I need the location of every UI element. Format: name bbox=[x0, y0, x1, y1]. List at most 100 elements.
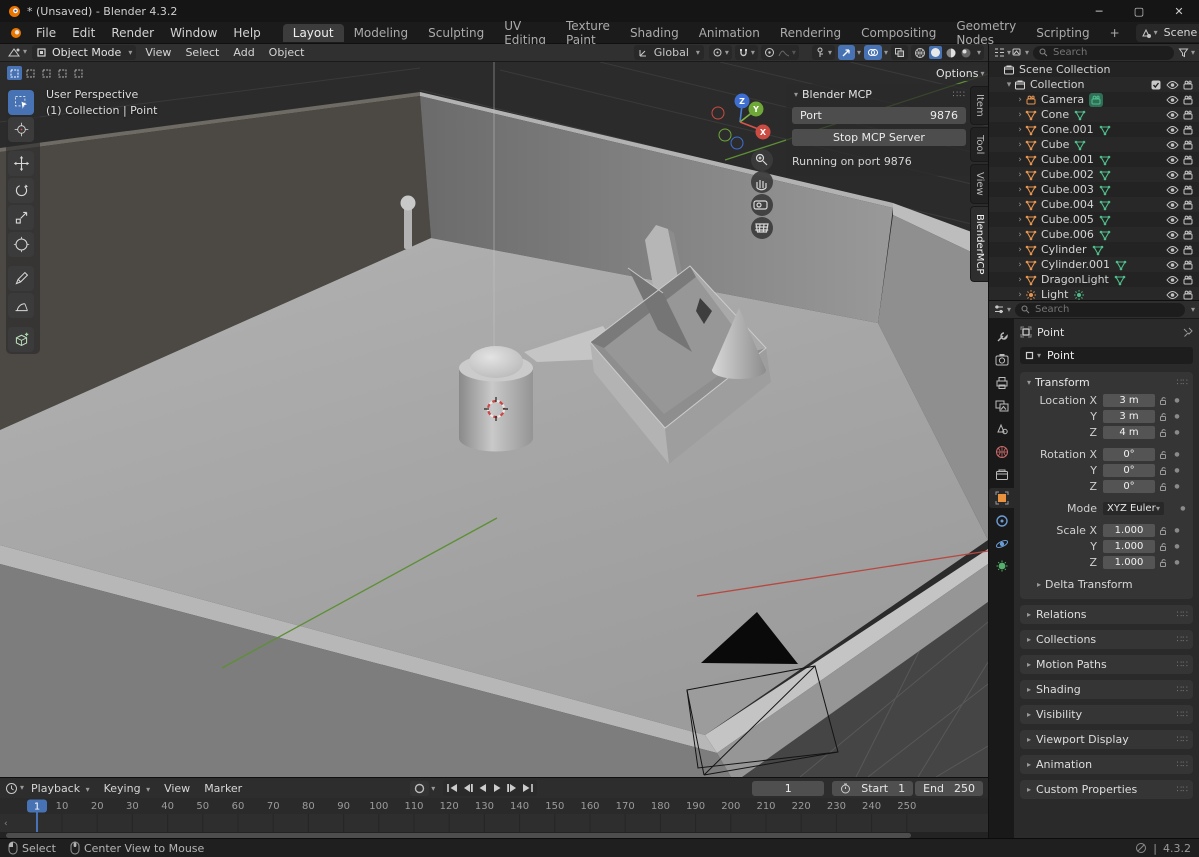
outliner-row-cone[interactable]: › Cone bbox=[989, 107, 1199, 122]
outliner-row-cube-002[interactable]: › Cube.002 bbox=[989, 167, 1199, 182]
outliner-row-camera[interactable]: › Camera bbox=[989, 92, 1199, 107]
breadcrumb-object-name[interactable]: Point bbox=[1037, 326, 1064, 339]
panel-relations[interactable]: ▸Relations∷∷ bbox=[1020, 605, 1193, 624]
eye-icon[interactable] bbox=[1166, 275, 1179, 285]
properties-tab-collection[interactable] bbox=[989, 465, 1014, 485]
disable-in-renders-toggle[interactable] bbox=[1180, 214, 1196, 226]
options-button[interactable]: Options▾ bbox=[929, 65, 988, 81]
mcp-port-field[interactable]: Port 9876 bbox=[792, 107, 966, 124]
animate-dot[interactable]: ● bbox=[1171, 527, 1183, 534]
location-x-field[interactable]: 3 m bbox=[1103, 394, 1155, 407]
workspace-tab-animation[interactable]: Animation bbox=[689, 24, 770, 42]
mcp-port-value[interactable]: 9876 bbox=[930, 109, 958, 122]
hide-in-viewport-toggle[interactable] bbox=[1164, 275, 1180, 285]
animate-dot[interactable]: ● bbox=[1171, 467, 1183, 474]
rotation-mode-dropdown[interactable]: XYZ Euler▾ bbox=[1103, 502, 1164, 515]
eye-icon[interactable] bbox=[1166, 200, 1179, 210]
lock-toggle[interactable] bbox=[1155, 428, 1171, 438]
outliner-row-collection[interactable]: ▾ Collection bbox=[989, 77, 1199, 92]
disable-in-renders-toggle[interactable] bbox=[1180, 199, 1196, 211]
stop-mcp-server-button[interactable]: Stop MCP Server bbox=[792, 129, 966, 146]
disable-in-renders-toggle[interactable] bbox=[1180, 79, 1196, 91]
mode-dropdown[interactable]: Object Mode ▾ bbox=[32, 45, 136, 60]
eye-icon[interactable] bbox=[1166, 215, 1179, 225]
funnel-filter-icon[interactable]: ▾ bbox=[1178, 47, 1195, 58]
hide-in-viewport-toggle[interactable] bbox=[1164, 170, 1180, 180]
properties-tab-output[interactable] bbox=[989, 373, 1014, 393]
workspace-tab-shading[interactable]: Shading bbox=[620, 24, 689, 42]
xray-toggle[interactable] bbox=[891, 45, 908, 60]
expand-icon[interactable]: › bbox=[1015, 260, 1025, 270]
hide-in-viewport-toggle[interactable] bbox=[1164, 80, 1180, 90]
menu-file[interactable]: File bbox=[28, 24, 64, 42]
animate-dot[interactable]: ● bbox=[1171, 559, 1183, 566]
hide-in-viewport-toggle[interactable] bbox=[1164, 155, 1180, 165]
pivot-dropdown[interactable]: ▾ bbox=[709, 45, 732, 60]
disable-in-renders-toggle[interactable] bbox=[1180, 244, 1196, 256]
panel-animation[interactable]: ▸Animation∷∷ bbox=[1020, 755, 1193, 774]
timeline-collapse-arrow[interactable]: ‹ bbox=[4, 819, 8, 829]
disable-in-renders-toggle[interactable] bbox=[1180, 109, 1196, 121]
panel-visibility[interactable]: ▸Visibility∷∷ bbox=[1020, 705, 1193, 724]
animate-dot[interactable]: ● bbox=[1171, 397, 1183, 404]
editor-type-properties-icon[interactable]: ▾ bbox=[993, 304, 1011, 315]
zoom-button[interactable] bbox=[751, 149, 773, 171]
jump-end-button[interactable] bbox=[520, 781, 535, 795]
editor-type-timeline-icon[interactable]: ▾ bbox=[5, 782, 24, 795]
maximize-button[interactable]: ▢ bbox=[1119, 0, 1159, 22]
editor-type-outliner-icon[interactable]: ▾ bbox=[993, 47, 1011, 58]
snap-toggle[interactable]: ▾ bbox=[735, 45, 758, 60]
menu-edit[interactable]: Edit bbox=[64, 24, 103, 42]
expand-icon[interactable]: › bbox=[1015, 275, 1025, 285]
workspace-tab-modeling[interactable]: Modeling bbox=[344, 24, 419, 42]
eye-icon[interactable] bbox=[1166, 140, 1179, 150]
properties-search[interactable] bbox=[1015, 303, 1185, 317]
frame-range-end[interactable]: End 250 bbox=[915, 781, 983, 796]
orthographic-button[interactable] bbox=[751, 217, 773, 239]
sidebar-tab-item[interactable]: Item bbox=[970, 86, 988, 125]
object-name-value[interactable]: Point bbox=[1047, 349, 1074, 362]
panel-shading[interactable]: ▸Shading∷∷ bbox=[1020, 680, 1193, 699]
current-frame-field[interactable]: 1 bbox=[752, 781, 824, 796]
outliner-row-cube-003[interactable]: › Cube.003 bbox=[989, 182, 1199, 197]
tool-rotate-button[interactable] bbox=[8, 178, 34, 203]
lock-toggle[interactable] bbox=[1155, 542, 1171, 552]
properties-tab-data[interactable] bbox=[989, 557, 1014, 577]
eye-icon[interactable] bbox=[1166, 290, 1179, 300]
eye-icon[interactable] bbox=[1166, 185, 1179, 195]
overlays-toggle[interactable] bbox=[864, 45, 882, 60]
outliner-row-cylinder[interactable]: › Cylinder bbox=[989, 242, 1199, 257]
hide-in-viewport-toggle[interactable] bbox=[1164, 125, 1180, 135]
camera-data-icon[interactable] bbox=[1090, 94, 1102, 106]
outliner-row-light[interactable]: › Light bbox=[989, 287, 1199, 300]
panel-collections[interactable]: ▸Collections∷∷ bbox=[1020, 630, 1193, 649]
expand-icon[interactable]: › bbox=[1015, 125, 1025, 135]
panel-drag-icon[interactable]: ∷∷ bbox=[953, 90, 966, 100]
eye-icon[interactable] bbox=[1166, 260, 1179, 270]
orientation-dropdown[interactable]: Global▾ bbox=[634, 45, 704, 60]
outliner-search[interactable] bbox=[1033, 46, 1174, 60]
frame-range-start[interactable]: Start 1 bbox=[832, 781, 913, 796]
viewport-menu-view[interactable]: View bbox=[138, 46, 178, 59]
y-field[interactable]: 1.000 bbox=[1103, 540, 1155, 553]
properties-tab-scene[interactable] bbox=[989, 419, 1014, 439]
gizmo-z-axis[interactable]: Z bbox=[739, 97, 745, 106]
hide-in-viewport-toggle[interactable] bbox=[1164, 215, 1180, 225]
viewport-canvas[interactable]: Z Y X User Perspective (1) Collection | … bbox=[0, 62, 988, 777]
expand-icon[interactable]: › bbox=[1015, 95, 1025, 105]
viewport-menu-add[interactable]: Add bbox=[226, 46, 261, 59]
eye-icon[interactable] bbox=[1166, 125, 1179, 135]
hide-in-viewport-toggle[interactable] bbox=[1164, 260, 1180, 270]
select-mode-set-button[interactable] bbox=[7, 66, 22, 80]
lock-toggle[interactable] bbox=[1155, 450, 1171, 460]
gizmo-y-axis[interactable]: Y bbox=[752, 105, 759, 114]
scene-selector[interactable]: ▾ Scene ✕ bbox=[1136, 24, 1199, 42]
z-field[interactable]: 0° bbox=[1103, 480, 1155, 493]
timeline-menu-keying[interactable]: Keying ▾ bbox=[97, 782, 157, 795]
timeline-menu-playback[interactable]: Playback ▾ bbox=[24, 782, 97, 795]
proportional-editing-toggle[interactable]: ▾ bbox=[761, 45, 799, 60]
menu-render[interactable]: Render bbox=[103, 24, 162, 42]
outliner-row-cube-004[interactable]: › Cube.004 bbox=[989, 197, 1199, 212]
properties-tab-physics[interactable] bbox=[989, 534, 1014, 554]
tool-move-button[interactable] bbox=[8, 151, 34, 176]
